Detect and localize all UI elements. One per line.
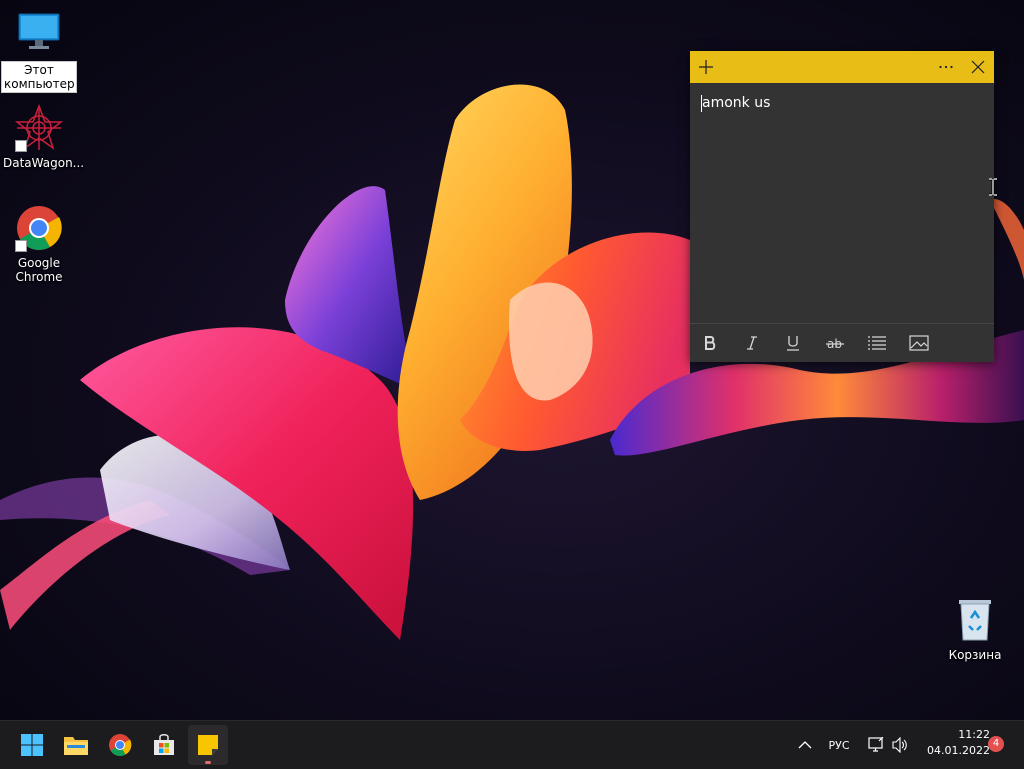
italic-icon <box>747 336 757 350</box>
taskbar-microsoft-store[interactable] <box>144 725 184 765</box>
network-icon <box>868 737 884 752</box>
shortcut-arrow-icon <box>15 140 27 152</box>
sticky-notes-icon <box>198 735 218 755</box>
bullet-list-button[interactable] <box>860 328 894 358</box>
chevron-up-icon <box>798 741 812 749</box>
taskbar-chrome[interactable] <box>100 725 140 765</box>
desktop[interactable]: Этот компьютер DataWagon... Google Chrom… <box>0 0 1024 720</box>
more-icon <box>939 65 953 69</box>
taskbar-sticky-notes[interactable] <box>188 725 228 765</box>
italic-button[interactable] <box>735 328 769 358</box>
format-toolbar: ab <box>690 323 994 363</box>
menu-button[interactable] <box>930 51 962 83</box>
chrome-icon <box>15 204 63 252</box>
desktop-icon-label: Корзина <box>948 648 1002 662</box>
shortcut-arrow-icon <box>15 240 27 252</box>
clock-date: 04.01.2022 <box>927 744 990 757</box>
clock-time: 11:22 <box>958 728 990 741</box>
speaker-icon <box>892 737 907 753</box>
bold-button[interactable] <box>693 328 727 358</box>
microsoft-store-icon <box>154 734 174 755</box>
desktop-icon-this-pc[interactable]: Этот компьютер <box>1 10 77 93</box>
chrome-icon <box>109 734 132 756</box>
desktop-icon-datawagon[interactable]: DataWagon... <box>1 103 85 171</box>
network-button[interactable] <box>864 721 888 769</box>
start-button[interactable] <box>12 725 52 765</box>
taskbar-file-explorer[interactable] <box>56 725 96 765</box>
desktop-icon-label: Google Chrome <box>15 256 63 284</box>
sticky-note-titlebar[interactable] <box>690 51 994 83</box>
taskbar: РУС 11:22 04.01.2022 <box>0 720 1024 769</box>
monitor-icon <box>15 10 63 58</box>
close-icon <box>971 60 985 74</box>
start-icon <box>21 734 43 756</box>
strikethrough-icon: ab <box>826 337 844 351</box>
underline-button[interactable] <box>776 328 810 358</box>
desktop-icon-recycle-bin[interactable]: Корзина <box>937 596 1013 663</box>
bullet-list-icon <box>868 336 886 350</box>
underline-icon <box>787 336 799 351</box>
volume-button[interactable] <box>888 721 912 769</box>
note-text-area[interactable]: amonk us <box>702 94 982 112</box>
bold-icon <box>705 336 716 350</box>
text-cursor-icon <box>989 178 997 196</box>
sticky-note-window[interactable]: amonk us ab <box>690 51 994 362</box>
strikethrough-button[interactable]: ab <box>818 328 852 358</box>
desktop-icon-label: Этот компьютер <box>1 61 77 93</box>
notification-badge[interactable]: 4 <box>988 736 1004 752</box>
clock[interactable]: 11:22 04.01.2022 <box>918 727 990 759</box>
image-icon <box>909 335 929 351</box>
desktop-icon-google-chrome[interactable]: Google Chrome <box>1 204 77 285</box>
close-note-button[interactable] <box>962 51 994 83</box>
new-note-button[interactable] <box>690 51 722 83</box>
datawagon-logo-icon <box>14 103 64 152</box>
language-indicator[interactable]: РУС <box>822 721 856 769</box>
file-explorer-icon <box>64 737 88 755</box>
desktop-icon-label: DataWagon... <box>3 156 85 170</box>
show-hidden-icons-button[interactable] <box>792 721 818 769</box>
recycle-bin-icon <box>951 596 999 644</box>
add-image-button[interactable] <box>902 328 936 358</box>
running-indicator <box>205 761 211 764</box>
plus-icon <box>699 60 713 74</box>
